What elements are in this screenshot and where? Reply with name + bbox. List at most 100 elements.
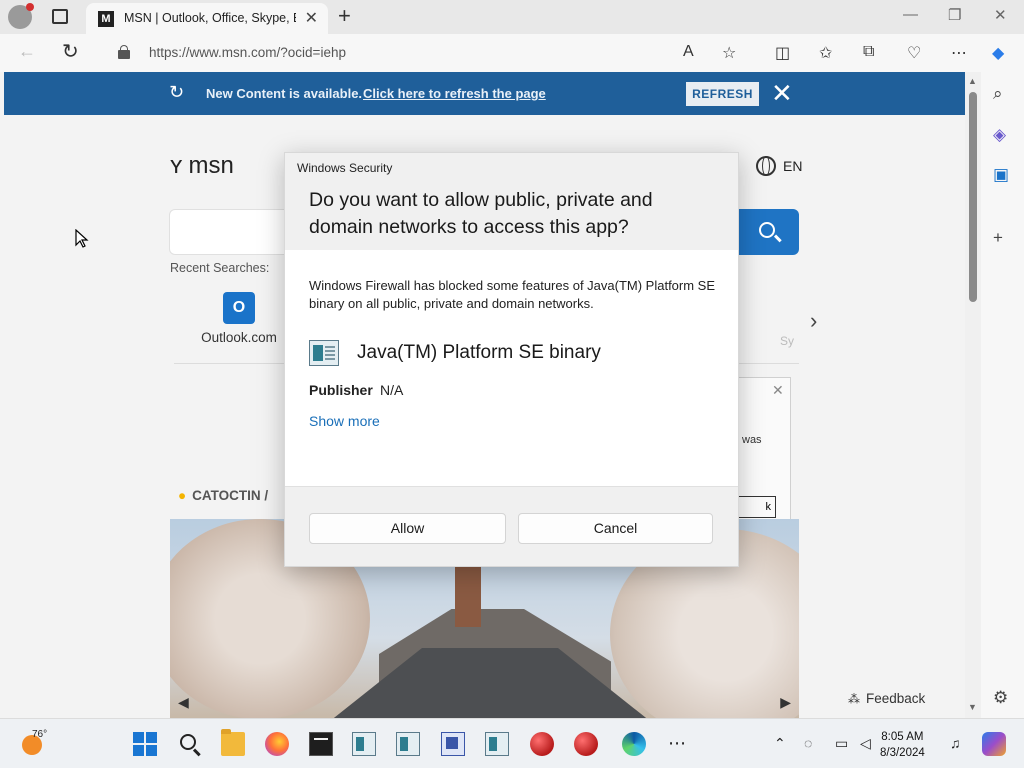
dialog-app-title: Windows Security: [297, 161, 393, 175]
dialog-header: Windows Security Do you want to allow pu…: [285, 153, 738, 250]
ruby-app-icon[interactable]: [530, 732, 554, 756]
copilot-icon[interactable]: ◆: [992, 43, 1004, 63]
temperature: 76°: [32, 729, 48, 740]
weather-location[interactable]: ● CATOCTIN /: [178, 488, 268, 503]
cancel-button[interactable]: Cancel: [518, 513, 713, 544]
new-content-banner: ↻ New Content is available. Click here t…: [4, 72, 965, 115]
language-label: EN: [783, 158, 803, 174]
dialog-body-text: Windows Firewall has blocked some featur…: [309, 278, 716, 311]
profile-avatar-icon[interactable]: [8, 3, 34, 29]
ruby-app-icon[interactable]: [574, 732, 598, 756]
new-tab-button[interactable]: +: [338, 3, 351, 29]
firefox-icon[interactable]: [265, 732, 289, 756]
add-icon[interactable]: +: [993, 228, 1003, 248]
favorites-icon[interactable]: ✩: [819, 43, 832, 63]
close-icon[interactable]: ✕: [772, 382, 784, 399]
refresh-link[interactable]: Click here to refresh the page: [363, 86, 546, 101]
search-icon: [759, 222, 775, 238]
butterfly-icon: ʏ: [170, 152, 183, 179]
browser-title-bar: M MSN | Outlook, Office, Skype, Bi ✕ + —…: [0, 0, 1024, 34]
refresh-icon: ↻: [169, 82, 185, 102]
edge-icon[interactable]: [622, 732, 646, 756]
banner-close-icon[interactable]: ✕: [771, 78, 793, 109]
settings-gear-icon[interactable]: ⚙: [993, 688, 1008, 708]
terminal-icon[interactable]: [309, 732, 333, 756]
lock-icon[interactable]: [118, 45, 130, 59]
remote-desktop-icon[interactable]: [441, 732, 465, 756]
java-app-icon: [309, 340, 339, 366]
copilot-sidebar-icon[interactable]: ◈: [993, 125, 1006, 145]
favorite-star-icon[interactable]: ☆: [722, 43, 736, 63]
back-arrow-icon[interactable]: ←: [18, 41, 36, 62]
refresh-icon[interactable]: ↻: [62, 39, 79, 64]
feedback-button[interactable]: ⁂ Feedback: [848, 691, 925, 706]
volume-icon[interactable]: ◁: [860, 735, 871, 752]
search-icon[interactable]: ⌕: [993, 84, 1003, 104]
copilot-taskbar-icon[interactable]: [982, 732, 1006, 756]
carousel-prev-icon[interactable]: ◀: [178, 694, 189, 711]
more-menu-icon[interactable]: ⋯: [951, 43, 967, 63]
show-more-link[interactable]: Show more: [309, 413, 380, 429]
split-screen-icon[interactable]: ◫: [775, 43, 790, 63]
browser-tab-msn[interactable]: M MSN | Outlook, Office, Skype, Bi ✕: [86, 3, 328, 34]
java-app-icon[interactable]: [352, 732, 376, 756]
feedback-icon: ⁂: [848, 692, 860, 706]
outlook-icon[interactable]: ▣: [993, 165, 1009, 185]
java-app-icon[interactable]: [485, 732, 509, 756]
start-button-icon[interactable]: [133, 732, 157, 756]
carousel-next-icon[interactable]: ▶: [780, 694, 791, 711]
scroll-down-icon[interactable]: ▼: [968, 702, 977, 712]
search-button[interactable]: [739, 209, 799, 255]
taskbar-clock[interactable]: 8:05 AM 8/3/2024: [880, 729, 925, 761]
close-window-button[interactable]: ✕: [994, 6, 1007, 24]
dialog-footer: Allow Cancel: [285, 486, 738, 566]
tab-actions-icon[interactable]: [52, 9, 68, 24]
msn-logo[interactable]: ʏ msn: [170, 152, 234, 180]
page-scrollbar[interactable]: ▲ ▼: [965, 72, 981, 718]
background-popup: ✕ was k: [735, 377, 791, 527]
partial-tile-label[interactable]: Sy: [780, 334, 794, 348]
globe-icon: [756, 156, 776, 176]
chevron-right-icon[interactable]: ›: [810, 308, 817, 334]
tab-close-icon[interactable]: ✕: [305, 8, 318, 28]
file-explorer-icon[interactable]: [221, 729, 245, 756]
popup-text: was: [742, 434, 762, 446]
network-icon[interactable]: ◌: [804, 735, 812, 751]
dialog-heading: Do you want to allow public, private and…: [309, 189, 653, 238]
windows-security-dialog: Windows Security Do you want to allow pu…: [284, 152, 739, 567]
collections-icon[interactable]: ⧉: [863, 43, 874, 61]
sun-icon: ●: [178, 488, 187, 503]
outlook-icon: O: [223, 292, 255, 324]
scroll-up-icon[interactable]: ▲: [968, 76, 977, 86]
tab-title: MSN | Outlook, Office, Skype, Bi: [124, 11, 296, 25]
popup-button[interactable]: k: [736, 496, 776, 518]
address-bar-url[interactable]: https://www.msn.com/?ocid=iehp: [149, 45, 346, 60]
clock-time: 8:05 AM: [881, 731, 924, 743]
allow-button[interactable]: Allow: [309, 513, 506, 544]
banner-text: New Content is available.: [206, 86, 363, 101]
dialog-app-name: Java(TM) Platform SE binary: [357, 342, 601, 363]
msn-favicon-icon: M: [98, 11, 114, 27]
windows-taskbar: 76° ⋯ ⌃ ◌ ▭ ◁ 8:05 AM 8/3/2024 ♫: [0, 718, 1024, 768]
publisher-value: N/A: [380, 382, 404, 398]
address-bar-row: ← ↻ https://www.msn.com/?ocid=iehp A ☆ ◫…: [0, 34, 1024, 72]
tray-chevron-up-icon[interactable]: ⌃: [774, 735, 786, 752]
taskbar-search-icon[interactable]: [178, 732, 202, 756]
refresh-button[interactable]: REFRESH: [686, 82, 759, 106]
display-icon[interactable]: ▭: [835, 735, 848, 752]
publisher-label: Publisher: [309, 382, 373, 398]
notification-bell-icon[interactable]: ♫: [950, 735, 961, 751]
edge-sidebar: ⌕ ◈ ▣ + ⚙: [981, 72, 1024, 718]
java-app-icon[interactable]: [396, 732, 420, 756]
restore-button[interactable]: ❐: [948, 6, 961, 24]
read-aloud-icon[interactable]: A: [683, 43, 694, 61]
notification-dot: [26, 3, 34, 11]
recent-searches-label: Recent Searches:: [170, 261, 270, 275]
minimize-button[interactable]: —: [903, 6, 918, 23]
outlook-tile-label: Outlook.com: [201, 330, 277, 345]
more-apps-icon[interactable]: ⋯: [668, 733, 686, 754]
scroll-thumb[interactable]: [969, 92, 977, 302]
clock-date: 8/3/2024: [880, 747, 925, 759]
browser-essentials-icon[interactable]: ♡: [907, 43, 921, 63]
outlook-tile[interactable]: O Outlook.com: [194, 292, 284, 345]
